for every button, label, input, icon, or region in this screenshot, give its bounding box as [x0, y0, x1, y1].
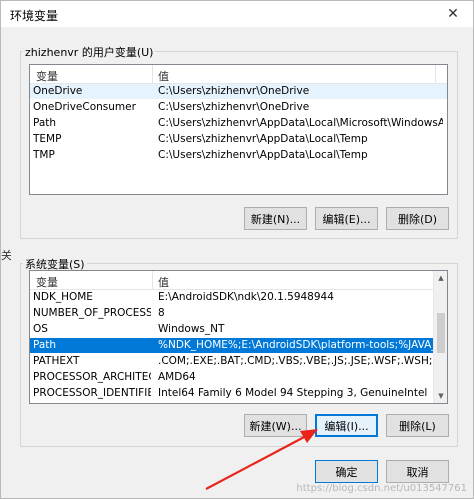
cancel-button[interactable]: 取消 [386, 460, 449, 483]
user-row-onedriveconsumer[interactable]: OneDriveConsumer C:\Users\zhizhenvr\OneD… [30, 100, 447, 115]
close-button[interactable]: ✕ [433, 1, 473, 27]
user-row-onedrive[interactable]: OneDrive C:\Users\zhizhenvr\OneDrive [30, 84, 447, 99]
system-row-number-of-processors[interactable]: NUMBER_OF_PROCESSORS 8 [30, 306, 435, 321]
system-row-path[interactable]: Path %NDK_HOME%;E:\AndroidSDK\platform-t… [30, 338, 435, 353]
user-new-button[interactable]: 新建(N)... [244, 207, 307, 230]
watermark: https://blog.csdn.net/u013547761 [296, 483, 467, 494]
close-icon: ✕ [447, 6, 459, 22]
system-list-scrollbar[interactable]: ▲ ▼ [433, 271, 447, 403]
user-col-value[interactable]: 值 [158, 68, 169, 84]
system-row-os[interactable]: OS Windows_NT [30, 322, 435, 337]
system-row-processor-identifier[interactable]: PROCESSOR_IDENTIFIER Intel64 Family 6 Mo… [30, 386, 435, 401]
title-bar: 环境变量 ✕ [1, 1, 473, 27]
user-list-header: 变量 值 [30, 65, 447, 84]
environment-variables-dialog: 环境变量 ✕ 关 zhizhenvr 的用户变量(U) 变量 值 OneDriv… [0, 0, 474, 499]
system-list-header: 变量 值 [30, 271, 435, 290]
system-row-pathext[interactable]: PATHEXT .COM;.EXE;.BAT;.CMD;.VBS;.VBE;.J… [30, 354, 435, 369]
left-strip-text: 关 [1, 249, 11, 262]
system-variables-list[interactable]: 变量 值 NDK_HOME E:\AndroidSDK\ndk\20.1.594… [29, 270, 448, 404]
ok-button[interactable]: 确定 [315, 460, 378, 483]
user-variables-label: zhizhenvr 的用户变量(U) [23, 44, 156, 60]
user-row-temp[interactable]: TEMP C:\Users\zhizhenvr\AppData\Local\Te… [30, 132, 447, 147]
system-edit-button[interactable]: 编辑(I)... [315, 414, 378, 437]
user-variables-list[interactable]: 变量 值 OneDrive C:\Users\zhizhenvr\OneDriv… [29, 64, 448, 195]
system-row-ndk-home[interactable]: NDK_HOME E:\AndroidSDK\ndk\20.1.5948944 [30, 290, 435, 305]
user-col-variable[interactable]: 变量 [36, 68, 58, 84]
user-delete-button[interactable]: 删除(D) [386, 207, 449, 230]
system-col-variable[interactable]: 变量 [36, 274, 58, 290]
scroll-down-icon[interactable]: ▼ [434, 389, 447, 403]
window-title: 环境变量 [10, 9, 59, 23]
system-new-button[interactable]: 新建(W)... [244, 414, 307, 437]
user-edit-button[interactable]: 编辑(E)... [315, 207, 378, 230]
scroll-up-icon[interactable]: ▲ [434, 271, 447, 285]
user-row-tmp[interactable]: TMP C:\Users\zhizhenvr\AppData\Local\Tem… [30, 148, 447, 163]
scroll-thumb[interactable] [437, 313, 445, 353]
user-row-path[interactable]: Path C:\Users\zhizhenvr\AppData\Local\Mi… [30, 116, 447, 131]
system-delete-button[interactable]: 删除(L) [386, 414, 449, 437]
system-row-processor-architecture[interactable]: PROCESSOR_ARCHITECT... AMD64 [30, 370, 435, 385]
system-col-value[interactable]: 值 [158, 274, 169, 290]
